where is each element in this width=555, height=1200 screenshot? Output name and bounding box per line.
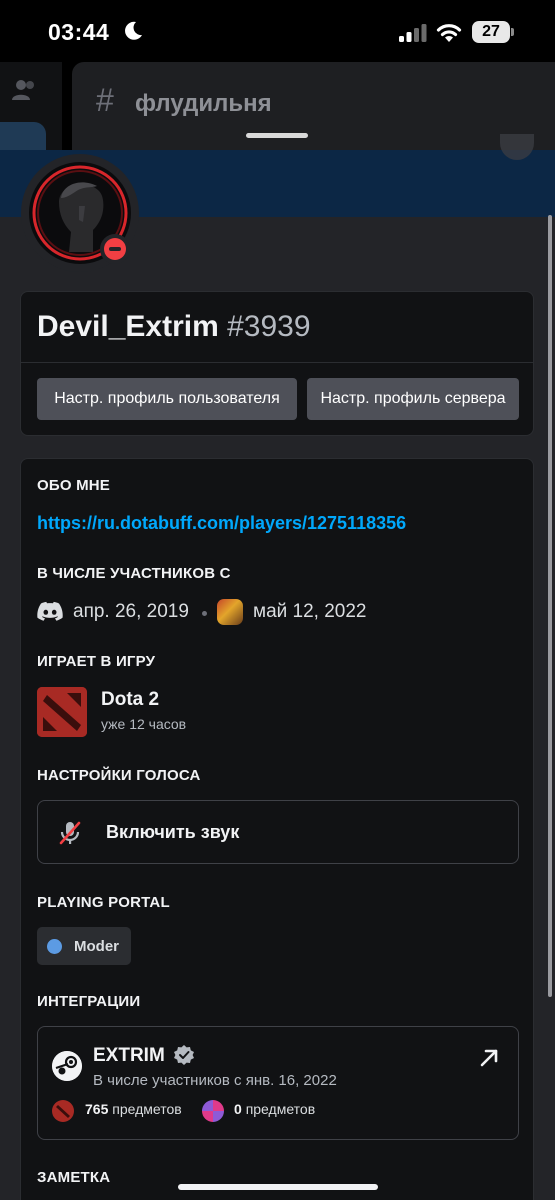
- member-since-heading: В ЧИСЛЕ УЧАСТНИКОВ С: [37, 565, 231, 582]
- battery-level: 27: [482, 23, 500, 40]
- battery-indicator: 27: [472, 21, 514, 43]
- edit-user-profile-button[interactable]: Настр. профиль пользователя: [37, 378, 297, 420]
- about-heading: ОБО МНЕ: [37, 477, 111, 494]
- role-color-dot: [47, 938, 62, 954]
- external-link-icon[interactable]: [478, 1047, 500, 1069]
- hash-icon: #: [96, 82, 114, 118]
- voice-heading: НАСТРОЙКИ ГОЛОСА: [37, 767, 201, 784]
- verified-icon: [174, 1045, 194, 1065]
- dota2-items-count: 765 предметов: [85, 1101, 182, 1117]
- steam-integration-card[interactable]: EXTRIM В числе участников с янв. 16, 202…: [37, 1026, 519, 1140]
- channel-name: флудильня: [135, 90, 272, 117]
- dnd-status-icon: [100, 234, 130, 264]
- status-bar: 03:44 27: [0, 0, 555, 62]
- server-icon: [217, 599, 243, 625]
- username: Devil_Extrim: [37, 310, 219, 343]
- profile-info-card: ОБО МНЕ https://ru.dotabuff.com/players/…: [20, 458, 534, 1200]
- game-elapsed: уже 12 часов: [101, 716, 187, 732]
- divider: [21, 362, 533, 363]
- server-member-date: май 12, 2022: [253, 601, 367, 622]
- steam-member-since: В числе участников с янв. 16, 2022: [93, 1072, 337, 1089]
- about-link[interactable]: https://ru.dotabuff.com/players/12751183…: [37, 513, 406, 534]
- wifi-icon: [436, 24, 462, 42]
- username-line: Devil_Extrim #3939: [37, 310, 311, 344]
- steam-stats-row: 765 предметов 0 предметов: [52, 1099, 492, 1123]
- tf2-items-count: 0 предметов: [234, 1101, 316, 1117]
- dota2-icon: [37, 687, 87, 737]
- home-indicator[interactable]: [178, 1184, 378, 1190]
- activity-heading: ИГРАЕТ В ИГРУ: [37, 653, 156, 670]
- unmute-button[interactable]: Включить звук: [37, 800, 519, 864]
- role-chip[interactable]: Moder: [37, 927, 131, 965]
- integrations-heading: ИНТЕГРАЦИИ: [37, 993, 141, 1010]
- profile-name-card: Devil_Extrim #3939 Настр. профиль пользо…: [20, 291, 534, 436]
- separator-dot: [202, 611, 207, 616]
- member-since-row: апр. 26, 2019 май 12, 2022: [37, 599, 517, 627]
- roles-heading: PLAYING PORTAL: [37, 894, 170, 911]
- steam-account-name: EXTRIM: [93, 1045, 165, 1066]
- game-name: Dota 2: [101, 689, 160, 710]
- friends-icon[interactable]: [10, 76, 38, 104]
- note-heading: ЗАМЕТКА: [37, 1169, 111, 1186]
- role-name: Moder: [74, 937, 119, 955]
- sheet-drag-handle[interactable]: [246, 133, 308, 138]
- discord-member-date: апр. 26, 2019: [73, 601, 189, 622]
- scrollbar[interactable]: [548, 215, 552, 997]
- moon-icon: [125, 21, 142, 40]
- unmute-label: Включить звук: [106, 822, 240, 842]
- discord-icon: [37, 601, 63, 621]
- dota2-icon: [52, 1100, 74, 1122]
- cellular-signal-icon: [399, 24, 427, 42]
- edit-server-profile-button[interactable]: Настр. профиль сервера: [307, 378, 519, 420]
- guild-sidebar: [0, 62, 62, 152]
- channel-header: # флудильня: [72, 62, 555, 152]
- steam-icon: [52, 1051, 82, 1081]
- muted-mic-icon: [59, 821, 81, 845]
- tf2-icon: [202, 1100, 224, 1122]
- clock: 03:44: [48, 19, 110, 45]
- discriminator: #3939: [227, 310, 311, 343]
- server-icon[interactable]: [0, 122, 46, 152]
